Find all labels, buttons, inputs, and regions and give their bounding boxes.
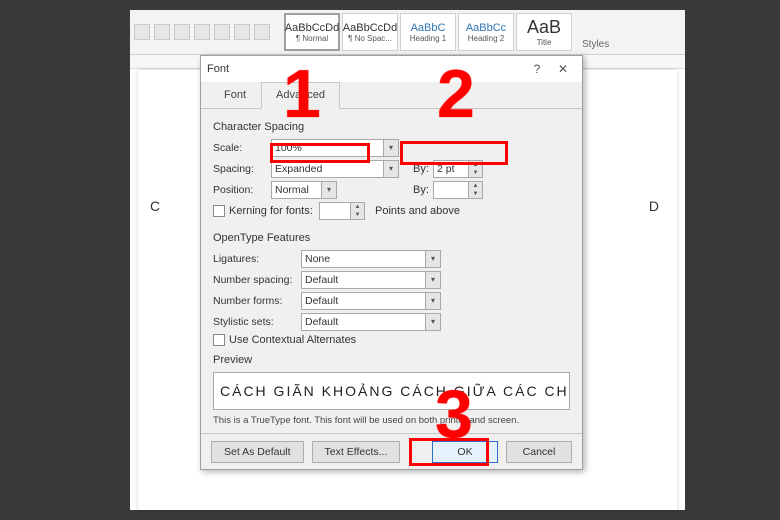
numforms-value: Default <box>305 295 338 307</box>
dialog-title: Font <box>207 63 524 75</box>
ribbon: AaBbCcDd ¶ Normal AaBbCcDd ¶ No Spac... … <box>130 10 685 55</box>
style-sample: AaBbCcDd <box>343 22 397 34</box>
numbering-icon[interactable] <box>154 24 170 40</box>
dialog-titlebar: Font ? ✕ <box>201 56 582 82</box>
style-heading2[interactable]: AaBbCc Heading 2 <box>458 13 514 51</box>
ligatures-label: Ligatures: <box>213 253 301 265</box>
points-above-label: Points and above <box>375 205 460 217</box>
numspacing-label: Number spacing: <box>213 274 301 286</box>
kerning-checkbox[interactable] <box>213 205 225 217</box>
page-text-left: C <box>150 198 160 214</box>
tab-advanced[interactable]: Advanced <box>261 82 340 109</box>
spacing-combo[interactable]: Expanded ▾ <box>271 160 399 178</box>
dialog-tabs: Font Advanced <box>201 82 582 109</box>
preview-box: CÁCH GIÃN KHOẢNG CÁCH GIỮA CÁC CHỮ <box>213 372 570 410</box>
ligatures-value: None <box>305 253 330 265</box>
font-dialog: Font ? ✕ Font Advanced Character Spacing… <box>200 55 583 470</box>
dialog-button-bar: Set As Default Text Effects... OK Cancel <box>201 433 582 469</box>
style-name: ¶ Normal <box>296 34 328 43</box>
dialog-body: Character Spacing Scale: 100% ▾ Spacing:… <box>201 109 582 432</box>
by2-label: By: <box>413 184 433 196</box>
ok-button[interactable]: OK <box>432 441 498 463</box>
by-spinner[interactable]: 2 pt ▲▼ <box>433 160 483 178</box>
style-heading1[interactable]: AaBbC Heading 1 <box>400 13 456 51</box>
numforms-label: Number forms: <box>213 295 301 307</box>
preview-note: This is a TrueType font. This font will … <box>213 415 570 426</box>
style-name: Heading 2 <box>468 34 504 43</box>
cancel-button[interactable]: Cancel <box>506 441 572 463</box>
by-label: By: <box>413 163 433 175</box>
spacing-value: Expanded <box>275 163 322 175</box>
style-name: ¶ No Spac... <box>348 34 392 43</box>
sort-icon[interactable] <box>234 24 250 40</box>
styleset-label: Stylistic sets: <box>213 316 301 328</box>
style-nospacing[interactable]: AaBbCcDd ¶ No Spac... <box>342 13 398 51</box>
styleset-combo[interactable]: Default ▾ <box>301 313 441 331</box>
style-sample: AaB <box>527 17 561 38</box>
multilevel-icon[interactable] <box>174 24 190 40</box>
contextual-checkbox[interactable] <box>213 334 225 346</box>
style-sample: AaBbCc <box>466 22 506 34</box>
chevron-down-icon: ▾ <box>425 314 440 330</box>
spinner-icon[interactable]: ▲▼ <box>468 182 482 198</box>
style-title[interactable]: AaB Title <box>516 13 572 51</box>
position-combo[interactable]: Normal ▾ <box>271 181 337 199</box>
numspacing-value: Default <box>305 274 338 286</box>
styles-gallery[interactable]: AaBbCcDd ¶ Normal AaBbCcDd ¶ No Spac... … <box>284 13 572 51</box>
ribbon-paragraph-icons <box>134 24 276 40</box>
by-value: 2 pt <box>437 163 455 175</box>
styleset-value: Default <box>305 316 338 328</box>
chevron-down-icon: ▾ <box>425 272 440 288</box>
set-as-default-button[interactable]: Set As Default <box>211 441 304 463</box>
group-character-spacing: Character Spacing <box>213 121 570 133</box>
numforms-combo[interactable]: Default ▾ <box>301 292 441 310</box>
group-opentype: OpenType Features <box>213 232 570 244</box>
spinner-icon[interactable]: ▲▼ <box>468 161 482 177</box>
style-sample: AaBbC <box>411 22 446 34</box>
style-name: Title <box>537 38 552 47</box>
scale-value: 100% <box>275 142 302 154</box>
tab-font[interactable]: Font <box>209 82 261 108</box>
style-sample: AaBbCcDd <box>285 22 339 34</box>
spinner-icon[interactable]: ▲▼ <box>350 203 364 219</box>
increase-indent-icon[interactable] <box>214 24 230 40</box>
spacing-label: Spacing: <box>213 163 271 175</box>
chevron-down-icon: ▾ <box>383 140 398 156</box>
group-preview: Preview <box>213 354 570 366</box>
styles-group-label: Styles <box>582 39 609 52</box>
close-button[interactable]: ✕ <box>550 59 576 79</box>
decrease-indent-icon[interactable] <box>194 24 210 40</box>
page-text-right: D <box>649 198 659 214</box>
position-label: Position: <box>213 184 271 196</box>
kerning-label: Kerning for fonts: <box>229 205 319 217</box>
style-normal[interactable]: AaBbCcDd ¶ Normal <box>284 13 340 51</box>
show-marks-icon[interactable] <box>254 24 270 40</box>
kerning-spinner[interactable]: ▲▼ <box>319 202 365 220</box>
scale-label: Scale: <box>213 142 271 154</box>
chevron-down-icon: ▾ <box>425 251 440 267</box>
chevron-down-icon: ▾ <box>425 293 440 309</box>
ligatures-combo[interactable]: None ▾ <box>301 250 441 268</box>
help-button[interactable]: ? <box>524 59 550 79</box>
bullets-icon[interactable] <box>134 24 150 40</box>
scale-combo[interactable]: 100% ▾ <box>271 139 399 157</box>
style-name: Heading 1 <box>410 34 446 43</box>
preview-sample: CÁCH GIÃN KHOẢNG CÁCH GIỮA CÁC CHỮ <box>220 383 570 399</box>
chevron-down-icon: ▾ <box>321 182 336 198</box>
by2-spinner[interactable]: ▲▼ <box>433 181 483 199</box>
contextual-label: Use Contextual Alternates <box>229 334 356 346</box>
position-value: Normal <box>275 184 309 196</box>
text-effects-button[interactable]: Text Effects... <box>312 441 401 463</box>
chevron-down-icon: ▾ <box>383 161 398 177</box>
numspacing-combo[interactable]: Default ▾ <box>301 271 441 289</box>
